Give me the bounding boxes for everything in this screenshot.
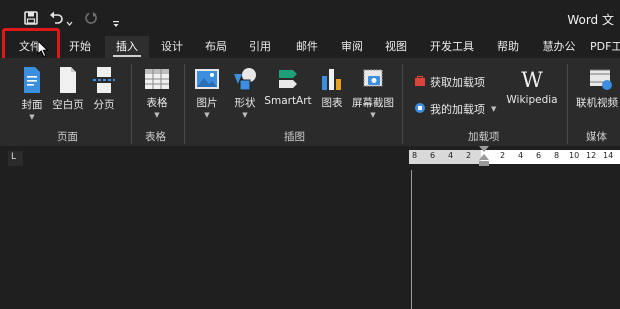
ruler-label: 6 — [536, 151, 542, 160]
online-video-button[interactable]: 联机视频 — [576, 66, 620, 110]
pictures-label: 图片 — [196, 97, 218, 109]
tab-design[interactable]: 设计 — [152, 36, 192, 58]
indent-marker-icon[interactable] — [479, 146, 489, 172]
chevron-down-icon: ▼ — [242, 111, 248, 119]
page-break-label: 分页 — [93, 99, 115, 111]
chart-button[interactable]: 图表 — [318, 66, 346, 110]
page-break-icon — [91, 66, 117, 97]
save-icon[interactable] — [24, 10, 38, 26]
media-group-label: 媒体 — [586, 131, 607, 143]
tab-references[interactable]: 引用 — [240, 36, 280, 58]
table-icon — [143, 66, 171, 95]
wikipedia-button[interactable]: W Wikipedia — [505, 66, 559, 106]
picture-icon — [193, 66, 221, 95]
online-video-icon — [588, 66, 620, 95]
chevron-down-icon: ▼ — [154, 111, 160, 119]
tab-home[interactable]: 开始 — [60, 36, 100, 58]
store-icon — [414, 75, 426, 90]
ruler-label: 4 — [518, 151, 524, 160]
ruler-row: L 8 6 4 2 2 4 6 8 10 12 14 — [0, 146, 620, 170]
page-edge-line — [411, 170, 412, 309]
group-divider — [402, 64, 403, 144]
document-canvas[interactable] — [0, 170, 620, 309]
tab-pdf[interactable]: PDF工 — [590, 36, 620, 58]
group-divider — [184, 64, 185, 144]
ruler-label: 12 — [586, 151, 597, 160]
chevron-down-icon: ▼ — [370, 111, 376, 119]
page-break-button[interactable]: 分页 — [91, 66, 117, 112]
ribbon-insert: 封面 ▼ 空白页 分页 页面 表格 ▼ 表格 图片 ▼ 形状 ▼ SmartAr… — [0, 58, 620, 146]
pages-group-label: 页面 — [57, 131, 78, 143]
online-video-label: 联机视频 — [576, 97, 618, 109]
tab-huibangong[interactable]: 慧办公 — [535, 36, 583, 58]
tab-stop-glyph: L — [11, 152, 17, 162]
group-divider — [567, 64, 568, 144]
addins-group-label: 加载项 — [468, 131, 500, 143]
screenshot-button[interactable]: 屏幕截图 ▼ — [350, 66, 396, 119]
pictures-button[interactable]: 图片 ▼ — [193, 66, 221, 119]
my-addins-label: 我的加载项 — [430, 103, 485, 116]
tab-stop-selector[interactable]: L — [8, 151, 23, 166]
table-group-label: 表格 — [145, 131, 166, 143]
tab-developer[interactable]: 开发工具 — [424, 36, 480, 58]
ruler-label: 14 — [603, 151, 614, 160]
chevron-down-icon: ▼ — [204, 111, 210, 119]
cover-page-icon — [17, 66, 47, 97]
ruler-label: 4 — [448, 151, 454, 160]
chevron-down-icon: ▼ — [491, 105, 497, 113]
title-bar: Word 文 — [0, 0, 620, 36]
chart-label: 图表 — [321, 97, 343, 109]
smartart-icon — [264, 66, 312, 95]
shapes-icon — [231, 66, 259, 95]
get-addins-button[interactable]: 获取加载项 — [414, 74, 485, 90]
wikipedia-icon: W — [521, 68, 543, 92]
chevron-down-icon: ▼ — [29, 113, 35, 121]
qat-customize-icon[interactable] — [112, 13, 120, 29]
my-addins-icon — [414, 102, 426, 117]
redo-icon[interactable] — [84, 10, 98, 26]
ruler-label: 6 — [430, 151, 436, 160]
shapes-label: 形状 — [234, 97, 256, 109]
ruler-label: 2 — [466, 151, 472, 160]
ruler-label: 8 — [554, 151, 560, 160]
group-divider — [131, 64, 132, 144]
horizontal-ruler[interactable]: 8 6 4 2 2 4 6 8 10 12 14 — [409, 146, 620, 166]
tab-layout[interactable]: 布局 — [196, 36, 236, 58]
illustrations-group-label: 插图 — [284, 131, 305, 143]
table-label: 表格 — [146, 97, 168, 109]
cover-page-label: 封面 — [21, 99, 43, 111]
ruler-label: 2 — [500, 151, 506, 160]
blank-page-label: 空白页 — [52, 99, 84, 111]
undo-dropdown-icon[interactable] — [66, 12, 73, 28]
ruler-label: 10 — [569, 151, 580, 160]
tab-review[interactable]: 审阅 — [332, 36, 372, 58]
tab-insert[interactable]: 插入 — [105, 36, 149, 58]
app-title: Word 文 — [567, 13, 614, 27]
screenshot-icon — [350, 66, 396, 95]
wikipedia-label: Wikipedia — [506, 94, 558, 106]
ruler-label: 8 — [412, 151, 418, 160]
chart-icon — [318, 66, 346, 95]
table-button[interactable]: 表格 ▼ — [143, 66, 171, 119]
shapes-button[interactable]: 形状 ▼ — [231, 66, 259, 119]
smartart-label: SmartArt — [264, 95, 312, 107]
blank-page-icon — [50, 66, 86, 97]
smartart-button[interactable]: SmartArt — [264, 66, 312, 107]
undo-icon[interactable] — [49, 10, 64, 26]
ribbon-tabs: 文件 开始 插入 设计 布局 引用 邮件 审阅 视图 开发工具 帮助 慧办公 P… — [0, 36, 620, 58]
screenshot-label: 屏幕截图 — [352, 97, 394, 109]
tab-mailings[interactable]: 邮件 — [286, 36, 328, 58]
tab-help[interactable]: 帮助 — [488, 36, 528, 58]
cover-page-button[interactable]: 封面 ▼ — [17, 66, 47, 121]
blank-page-button[interactable]: 空白页 — [50, 66, 86, 112]
my-addins-button[interactable]: 我的加载项 ▼ — [414, 101, 496, 117]
get-addins-label: 获取加载项 — [430, 76, 485, 89]
tab-view[interactable]: 视图 — [376, 36, 416, 58]
